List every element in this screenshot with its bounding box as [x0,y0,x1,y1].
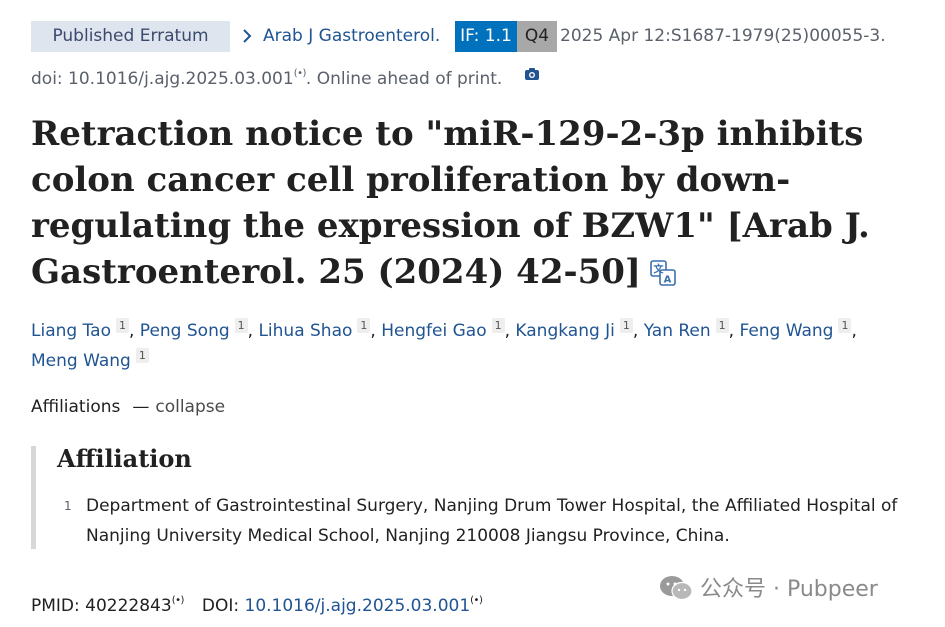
watermark: 公众号 · Pubpeer [658,574,878,604]
affiliation-text: Department of Gastrointestinal Surgery, … [86,491,936,551]
author-item[interactable]: Feng Wang 1 [739,318,852,341]
author-name[interactable]: Meng Wang [31,351,131,371]
doi-link[interactable]: 10.1016/j.ajg.2025.03.001 [245,596,471,616]
author-name[interactable]: Peng Song [140,321,230,341]
affiliation-ref[interactable]: 1 [838,318,852,333]
article-identifiers: PMID: 40222843(•) DOI: 10.1016/j.ajg.2025… [31,588,483,619]
affiliation-line: Department of Gastrointestinal Surgery, … [86,496,898,516]
affiliation-ref[interactable]: 1 [357,318,371,333]
affiliation-heading: Affiliation [57,444,192,473]
author-item[interactable]: Meng Wang 1 [31,348,149,371]
translate-icon[interactable]: 文 A [649,259,677,287]
affiliation-ref[interactable]: 1 [491,318,505,333]
author-separator: , [504,321,516,341]
affiliation-ref[interactable]: 1 [135,348,149,363]
author-name[interactable]: Lihua Shao [258,321,352,341]
altmetric-icon[interactable]: (•) [470,595,483,606]
doi-label: DOI: [201,596,245,616]
author-separator: , [728,321,740,341]
author-name[interactable]: Liang Tao [31,321,111,341]
impact-factor-badge: IF: 1.1 [455,21,517,52]
quartile-badge: Q4 [517,21,557,52]
author-item[interactable]: Hengfei Gao 1 [381,318,505,341]
affiliations-toggle: Affiliations — collapse [31,394,225,420]
author-separator: , [370,321,382,341]
wechat-icon [660,576,693,601]
author-item[interactable]: Peng Song 1 [140,318,248,341]
affiliation-ref[interactable]: 1 [619,318,633,333]
affiliations-dash: — [132,397,150,417]
author-item[interactable]: Kangkang Ji 1 [515,318,633,341]
collapse-button[interactable]: collapse [155,397,225,417]
article-type-badge: Published Erratum [31,21,230,52]
affiliation-number: 1 [64,499,72,513]
author-separator: , [632,321,644,341]
chevron-right-icon [243,29,252,43]
affiliation-ref[interactable]: 1 [715,318,729,333]
affiliation-line: Nanjing University Medical School, Nanji… [86,526,730,546]
pmid-label: PMID: 40222843 [31,596,172,616]
journal-link[interactable]: Arab J Gastroenterol. [263,21,440,52]
author-item[interactable]: Lihua Shao 1 [258,318,371,341]
watermark-text: 公众号 · Pubpeer [700,577,878,602]
doi-line: doi: 10.1016/j.ajg.2025.03.001(•). Onlin… [31,61,502,92]
author-name[interactable]: Hengfei Gao [381,321,486,341]
author-name[interactable]: Yan Ren [644,321,711,341]
affiliations-label: Affiliations [31,397,121,417]
author-separator: , [851,321,857,341]
camera-icon[interactable] [524,66,540,82]
title-text: Retraction notice to "miR-129-2-3p inhib… [31,114,870,292]
svg-text:A: A [664,275,672,286]
author-separator: , [128,321,140,341]
author-name[interactable]: Kangkang Ji [515,321,615,341]
citation-date: 2025 Apr 12:S1687-1979(25)00055-3. [560,26,886,46]
online-status: . Online ahead of print. [305,69,503,89]
author-separator: , [247,321,259,341]
author-item[interactable]: Liang Tao 1 [31,318,129,341]
altmetric-icon[interactable]: (•) [294,68,307,79]
author-list: Liang Tao 1, Peng Song 1, Lihua Shao 1, Hen… [31,316,921,376]
page-title: Retraction notice to "miR-129-2-3p inhib… [31,111,911,295]
author-name[interactable]: Feng Wang [739,321,833,341]
affiliation-ref[interactable]: 1 [115,318,129,333]
doi-text[interactable]: doi: 10.1016/j.ajg.2025.03.001 [31,69,294,89]
affiliation-box-border [31,446,36,549]
altmetric-icon[interactable]: (•) [172,595,185,606]
affiliation-ref[interactable]: 1 [234,318,248,333]
author-item[interactable]: Yan Ren 1 [644,318,729,341]
